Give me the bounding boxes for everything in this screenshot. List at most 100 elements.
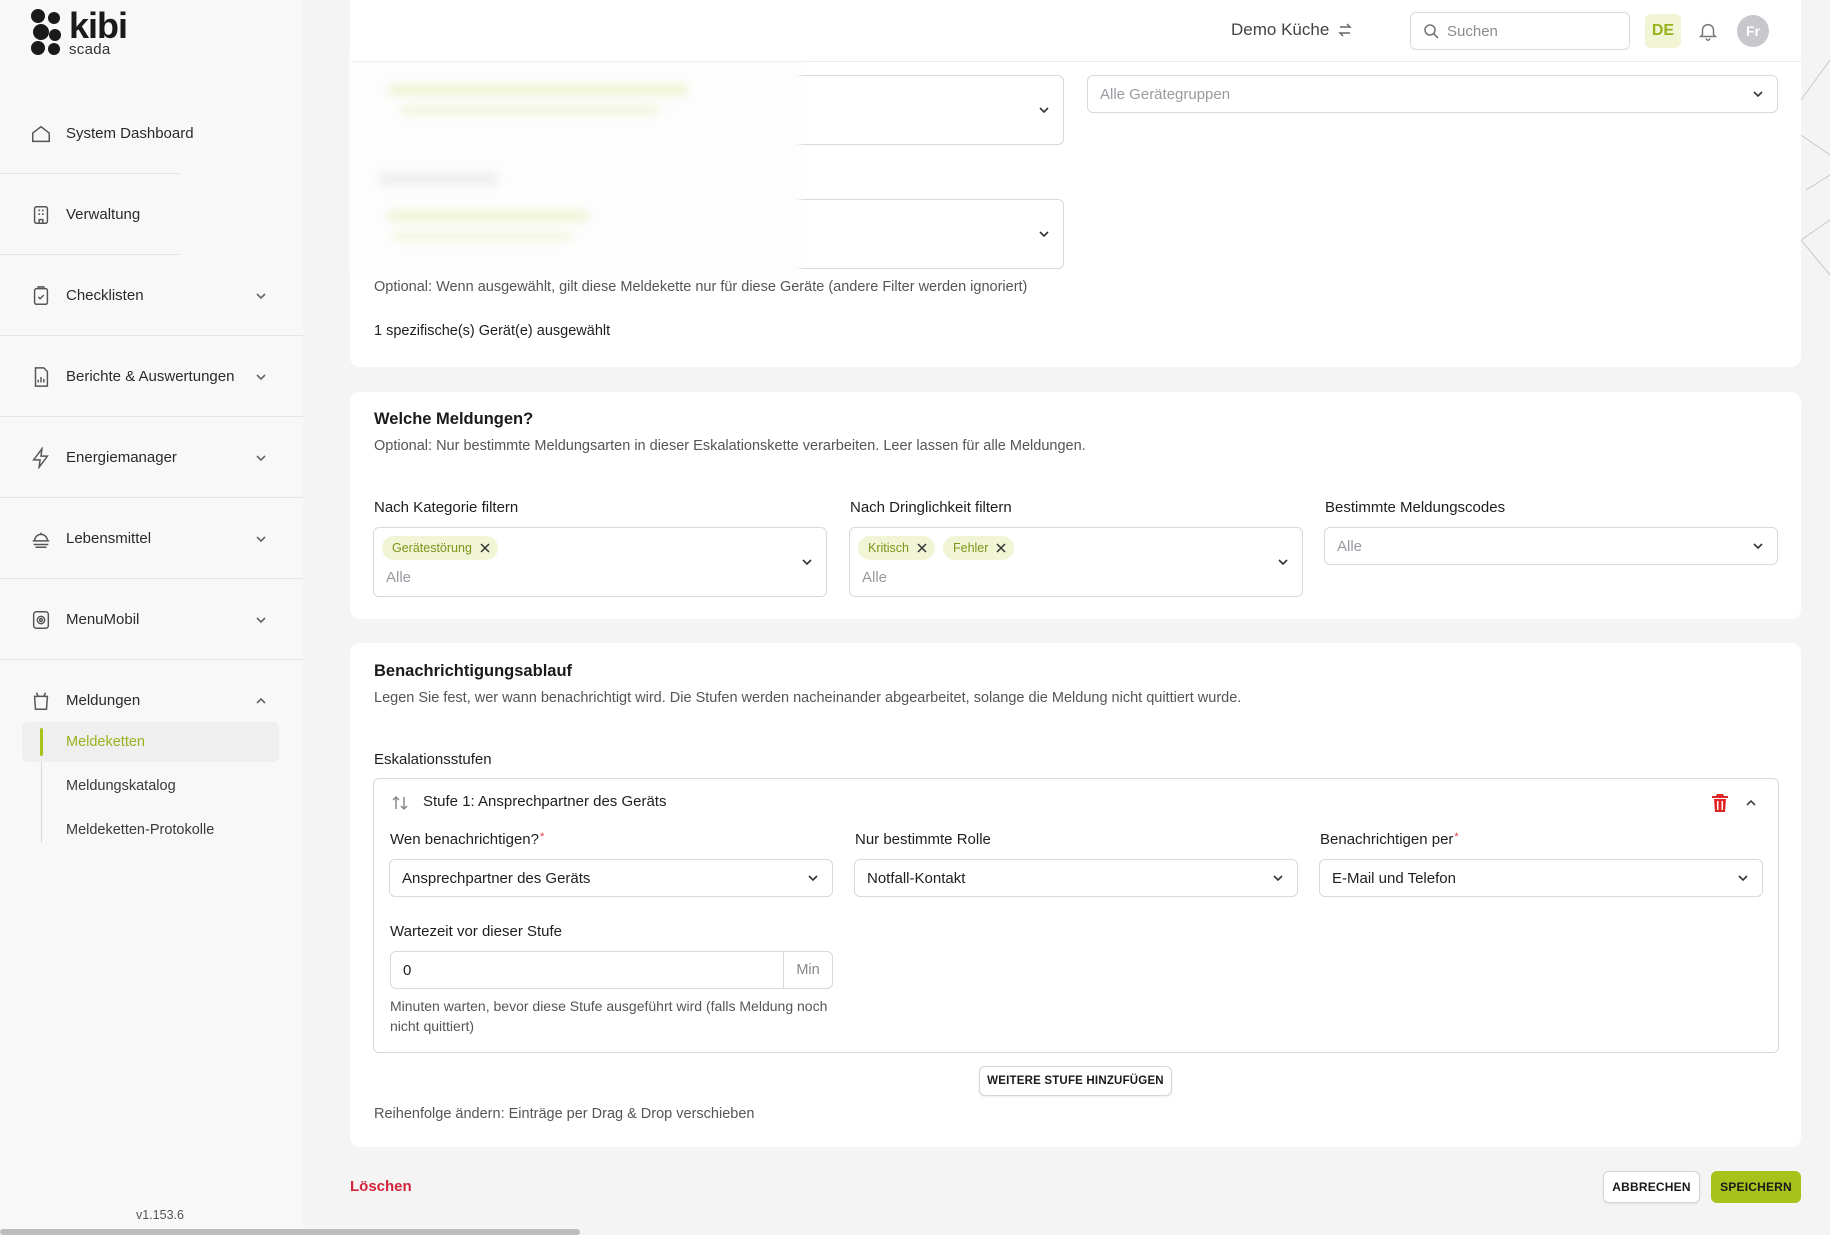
chevron-down-icon — [1753, 91, 1763, 98]
sidebar-item-label: Verwaltung — [66, 206, 141, 223]
category-label: Nach Kategorie filtern — [374, 499, 519, 516]
sidebar-item-system-dashboard[interactable]: System Dashboard — [0, 93, 303, 174]
blurred-content — [378, 172, 498, 186]
swap-icon — [1338, 23, 1353, 37]
tag-label: Kritisch — [868, 541, 909, 555]
chevron-down-icon — [256, 535, 266, 542]
stages-label: Eskalationsstufen — [374, 751, 492, 768]
codes-placeholder: Alle — [1337, 537, 1363, 555]
category-tag: Gerätestörung — [382, 536, 498, 560]
sidebar-item-label: Energiemanager — [66, 449, 177, 466]
search-icon — [1424, 24, 1439, 39]
horizontal-scrollbar[interactable] — [0, 1229, 580, 1235]
urgency-placeholder: Alle — [862, 569, 888, 586]
wait-value[interactable]: 0 — [391, 962, 783, 979]
role-select[interactable]: Notfall-Kontakt — [854, 859, 1298, 897]
role-label: Nur bestimmte Rolle — [855, 831, 991, 848]
save-button[interactable]: SPEICHERN — [1711, 1171, 1801, 1203]
close-icon[interactable] — [996, 543, 1006, 553]
via-select[interactable]: E-Mail und Telefon — [1319, 859, 1763, 897]
who-select[interactable]: Ansprechpartner des Geräts — [389, 859, 833, 897]
chevron-up-icon — [256, 697, 266, 704]
blurred-content — [388, 84, 688, 96]
sidebar-item-label: System Dashboard — [66, 125, 194, 142]
sidebar: kibi scada System Dashboard Verwaltung C… — [0, 0, 303, 1235]
blurred-content — [400, 104, 660, 116]
notification-hint: Legen Sie fest, wer wann benachrichtigt … — [374, 690, 1242, 706]
report-icon — [34, 366, 49, 387]
tenant-name: Demo Küche — [1231, 20, 1330, 39]
sidebar-item-verwaltung[interactable]: Verwaltung — [0, 174, 303, 255]
who-label: Wen benachrichtigen?* — [390, 831, 545, 848]
search-input[interactable] — [1447, 22, 1617, 40]
reorder-hint: Reihenfolge ändern: Einträge per Drag & … — [374, 1106, 755, 1122]
chevron-down-icon — [256, 292, 266, 299]
urgency-label: Nach Dringlichkeit filtern — [850, 499, 1012, 516]
sidebar-item-checklisten[interactable]: Checklisten — [0, 255, 303, 336]
camera-icon — [32, 610, 50, 629]
escalation-stage: Stufe 1: Ansprechpartner des Geräts Wen … — [373, 778, 1779, 1053]
sidebar-item-label: Meldungen — [66, 692, 141, 709]
urgency-select[interactable]: Kritisch Fehler Alle — [849, 527, 1303, 597]
category-select[interactable]: Gerätestörung Alle — [373, 527, 827, 597]
top-header: Demo Küche DE Fr — [350, 0, 1801, 62]
sidebar-item-menumobil[interactable]: MenuMobil — [0, 579, 303, 660]
home-icon — [32, 125, 50, 142]
brand-name: kibi — [69, 5, 128, 46]
chevron-up-icon[interactable] — [1744, 796, 1758, 810]
blurred-content — [388, 210, 588, 222]
codes-select[interactable]: Alle — [1324, 527, 1778, 565]
chevron-down-icon — [1039, 107, 1049, 114]
close-icon[interactable] — [917, 543, 927, 553]
avatar[interactable]: Fr — [1737, 15, 1769, 47]
chevron-down-icon — [1273, 875, 1283, 882]
urgency-tag: Fehler — [942, 536, 1015, 560]
selected-device-count: 1 spezifische(s) Gerät(e) ausgewählt — [374, 323, 611, 339]
sidebar-item-label: Lebensmittel — [66, 530, 152, 547]
category-placeholder: Alle — [386, 569, 412, 586]
sidebar-item-energiemanager[interactable]: Energiemanager — [0, 417, 303, 498]
sidebar-item-label: MenuMobil — [66, 611, 140, 628]
stage-title[interactable]: Stufe 1: Ansprechpartner des Geräts — [423, 793, 666, 810]
device-group-select[interactable]: Alle Gerätegruppen — [1087, 75, 1778, 113]
device-group-placeholder: Alle Gerätegruppen — [1100, 85, 1231, 103]
sidebar-subitem-meldungskatalog[interactable]: Meldungskatalog — [22, 766, 279, 806]
blurred-content — [392, 230, 572, 242]
wait-label: Wartezeit vor dieser Stufe — [390, 923, 563, 940]
via-label: Benachrichtigen per* — [1320, 831, 1459, 848]
close-icon[interactable] — [480, 543, 490, 553]
message-filter-title: Welche Meldungen? — [374, 410, 534, 428]
role-value: Notfall-Kontakt — [867, 869, 966, 887]
via-value: E-Mail und Telefon — [1332, 869, 1456, 887]
wait-hint: Minuten warten, bevor diese Stufe ausgef… — [390, 998, 828, 1035]
sidebar-item-lebensmittel[interactable]: Lebensmittel — [0, 498, 303, 579]
delete-link[interactable]: Löschen — [350, 1178, 412, 1195]
wait-input[interactable]: 0 Min — [390, 951, 833, 989]
search-box[interactable] — [1410, 12, 1630, 50]
tenant-switcher[interactable]: Demo Küche — [1231, 20, 1353, 40]
chevron-down-icon — [802, 559, 812, 566]
tag-label: Gerätestörung — [392, 541, 472, 555]
bell-icon[interactable] — [1697, 20, 1719, 42]
cancel-button[interactable]: ABBRECHEN — [1603, 1171, 1700, 1203]
add-stage-button[interactable]: WEITERE STUFE HINZUFÜGEN — [979, 1066, 1172, 1096]
trash-icon[interactable] — [1711, 793, 1729, 813]
chevron-down-icon — [1278, 559, 1288, 566]
language-switcher[interactable]: DE — [1645, 14, 1681, 48]
chevron-down-icon — [256, 616, 266, 623]
chevron-down-icon — [1753, 543, 1763, 550]
sidebar-subitem-meldeketten-protokolle[interactable]: Meldeketten-Protokolle — [22, 810, 279, 850]
logo[interactable]: kibi scada — [29, 5, 128, 57]
sidebar-subitem-meldeketten[interactable]: Meldeketten — [22, 722, 279, 762]
food-icon — [32, 532, 50, 548]
chevron-down-icon — [256, 454, 266, 461]
message-filter-hint: Optional: Nur bestimmte Meldungsarten in… — [374, 438, 1086, 454]
sidebar-nav: System Dashboard Verwaltung Checklisten … — [0, 93, 303, 741]
tag-label: Fehler — [952, 541, 989, 555]
sidebar-item-berichte[interactable]: Berichte & Auswertungen — [0, 336, 303, 417]
drag-handle-icon[interactable] — [391, 794, 409, 812]
decorative-network-lines — [1801, 59, 1830, 276]
notification-title: Benachrichtigungsablauf — [374, 662, 573, 680]
urgency-tag: Kritisch — [858, 536, 935, 560]
chevron-down-icon — [808, 875, 818, 882]
